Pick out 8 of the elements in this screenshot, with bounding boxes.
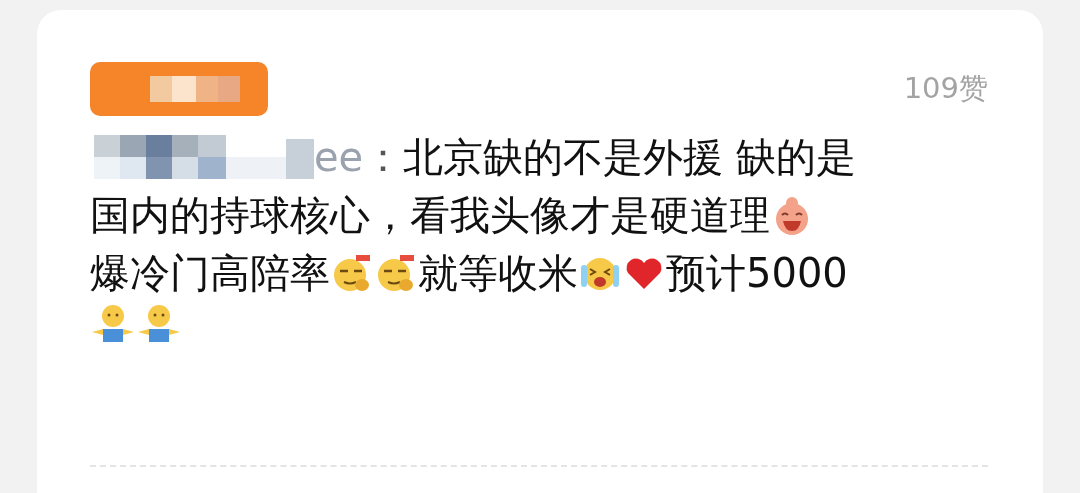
comment-text: 就等收米 [418, 249, 578, 298]
comment-text: 爆冷门高陪率 [90, 249, 330, 298]
comment-text: 北京缺的不是外援 缺的是 [403, 133, 856, 182]
comment-text: 预计5000 [666, 249, 848, 298]
like-count: 109赞 [903, 70, 988, 108]
comment-text: 国内的持球核心，看我头像才是硬道理 [90, 191, 770, 240]
author-separator: ： [363, 133, 404, 182]
comment-author: ee [314, 133, 364, 182]
